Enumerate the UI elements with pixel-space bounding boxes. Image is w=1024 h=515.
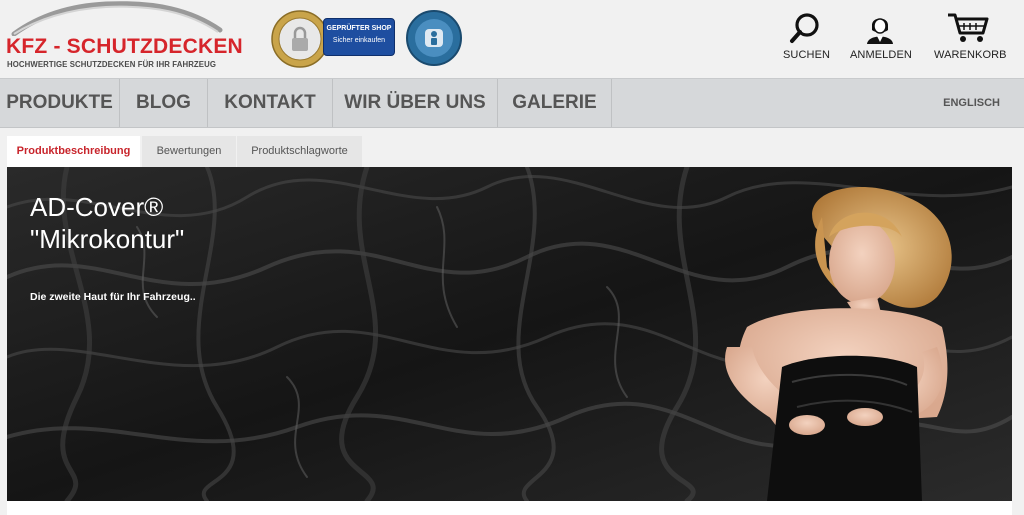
hero-title: AD-Cover® "Mikrokontur" — [30, 192, 185, 254]
language-switch[interactable]: ENGLISCH — [943, 79, 1000, 127]
nav-item-produkte[interactable]: PRODUKTE — [0, 79, 120, 127]
trust-seal[interactable] — [270, 9, 330, 69]
tab-bewertungen[interactable]: Bewertungen — [142, 136, 236, 167]
person-icon — [425, 29, 443, 47]
site-logo[interactable]: KFZ - SCHUTZDECKEN HOCHWERTIGE SCHUTZDEC… — [6, 0, 243, 76]
cart-icon — [948, 13, 989, 42]
login-button[interactable]: ANMELDEN — [850, 12, 912, 61]
hero-banner: AD-Cover® "Mikrokontur" Die zweite Haut … — [7, 167, 1012, 501]
nav-item-galerie[interactable]: GALERIE — [498, 79, 612, 127]
tab-produktschlagworte[interactable]: Produktschlagworte — [237, 136, 362, 167]
nav-item-wir-ueber-uns[interactable]: WIR ÜBER UNS — [333, 79, 498, 127]
logo-name: KFZ - SCHUTZDECKEN — [6, 35, 243, 58]
hero-subtitle: Die zweite Haut für Ihr Fahrzeug.. — [30, 291, 196, 303]
content-area — [7, 501, 1012, 515]
shopauskunft-seal[interactable] — [405, 9, 463, 67]
search-button[interactable]: SUCHEN — [783, 12, 830, 61]
tab-produktbeschreibung[interactable]: Produktbeschreibung — [7, 136, 140, 167]
cart-button[interactable]: WARENKORB — [934, 12, 1007, 61]
verified-shop-badge[interactable]: GEPRÜFTER SHOP Sicher einkaufen — [323, 18, 395, 56]
site-header: KFZ - SCHUTZDECKEN HOCHWERTIGE SCHUTZDEC… — [0, 0, 1024, 78]
car-roof-icon — [11, 1, 223, 36]
logo-tagline: HOCHWERTIGE SCHUTZDECKEN FÜR IHR FAHRZEU… — [7, 60, 216, 69]
user-icon — [867, 18, 893, 44]
main-nav: PRODUKTE BLOG KONTAKT WIR ÜBER UNS GALER… — [0, 78, 1024, 128]
search-icon — [790, 13, 819, 43]
nav-item-blog[interactable]: BLOG — [120, 79, 208, 127]
nav-item-kontakt[interactable]: KONTAKT — [208, 79, 333, 127]
